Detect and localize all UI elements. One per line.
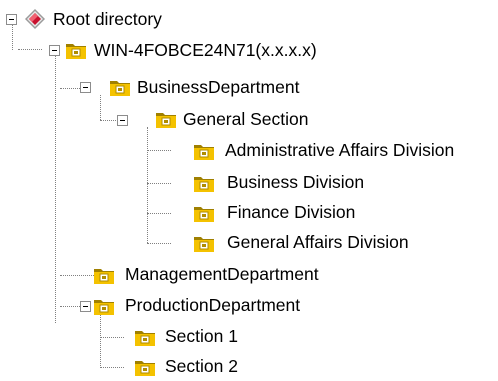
folder-icon — [66, 44, 86, 59]
tree-node-label[interactable]: General Affairs Division — [227, 231, 409, 253]
tree-node-general-section[interactable]: General Section — [0, 97, 498, 130]
folder-icon — [194, 237, 214, 252]
folder-icon — [156, 113, 176, 128]
collapse-toggle-icon[interactable] — [80, 82, 91, 93]
tree-node-label[interactable]: ProductionDepartment — [125, 294, 300, 316]
directory-tree[interactable]: Root directory WIN-4FOBCE24N71(x.x.x.x) … — [0, 0, 498, 381]
folder-icon — [135, 361, 155, 376]
tree-node-general-affairs-division[interactable]: General Affairs Division — [0, 220, 498, 253]
collapse-toggle-icon[interactable] — [80, 301, 91, 312]
tree-node-label[interactable]: Section 1 — [165, 325, 238, 347]
tree-node-section-1[interactable]: Section 1 — [0, 315, 498, 347]
folder-icon — [110, 81, 130, 96]
tree-node-label[interactable]: Section 2 — [165, 355, 238, 377]
tree-node-server[interactable]: WIN-4FOBCE24N71(x.x.x.x) — [0, 36, 498, 66]
tree-node-production-department[interactable]: ProductionDepartment — [0, 284, 498, 316]
tree-node-section-2[interactable]: Section 2 — [0, 345, 498, 377]
collapse-toggle-icon[interactable] — [117, 115, 128, 126]
tree-node-label[interactable]: Administrative Affairs Division — [225, 139, 454, 161]
tree-node-administrative-affairs-division[interactable]: Administrative Affairs Division — [0, 128, 498, 161]
folder-icon — [194, 145, 214, 160]
tree-node-finance-division[interactable]: Finance Division — [0, 190, 498, 222]
collapse-toggle-icon[interactable] — [6, 14, 17, 25]
collapse-toggle-icon[interactable] — [49, 45, 60, 56]
tree-node-business-division[interactable]: Business Division — [0, 160, 498, 192]
tree-node-label[interactable]: WIN-4FOBCE24N71(x.x.x.x) — [94, 39, 317, 61]
root-diamond-icon — [25, 9, 45, 29]
tree-node-label[interactable]: General Section — [183, 108, 309, 130]
tree-node-label[interactable]: ManagementDepartment — [125, 263, 319, 285]
folder-icon — [94, 300, 114, 315]
tree-node-label[interactable]: BusinessDepartment — [137, 76, 299, 98]
tree-node-label[interactable]: Root directory — [53, 8, 162, 30]
tree-node-management-department[interactable]: ManagementDepartment — [0, 253, 498, 285]
tree-node-root[interactable]: Root directory — [0, 5, 498, 35]
tree-node-business-department[interactable]: BusinessDepartment — [0, 66, 498, 98]
folder-icon — [94, 269, 114, 284]
